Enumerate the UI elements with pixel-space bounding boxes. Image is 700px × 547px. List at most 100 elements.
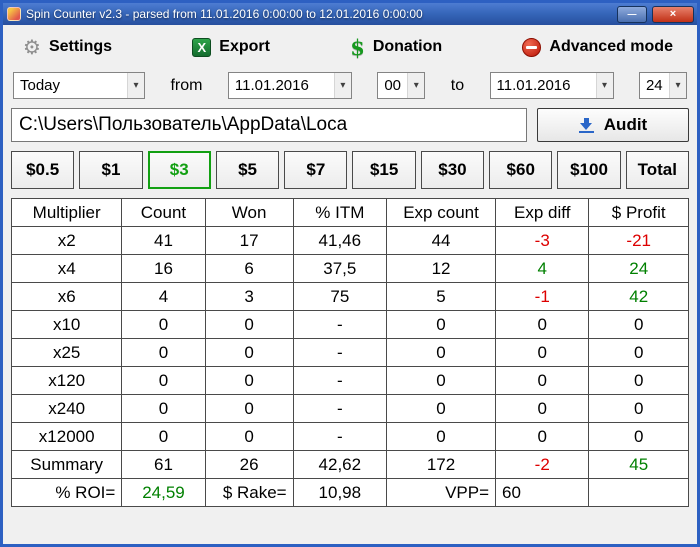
table-cell: -3 <box>495 226 590 255</box>
buyin-tab-0.5[interactable]: $0.5 <box>11 151 75 189</box>
toolbar: ⚙ Settings X Export $ Donation Advanced … <box>11 31 689 63</box>
table-cell: 0 <box>204 422 294 451</box>
buyin-tab-3[interactable]: $3 <box>147 151 211 189</box>
table-cell: 0 <box>386 310 497 339</box>
table-cell: 172 <box>386 450 497 479</box>
app-window: Spin Counter v2.3 - parsed from 11.01.20… <box>0 0 700 547</box>
column-header-won: Won <box>204 198 294 227</box>
stats-table-body: x2 41 17 41,46 44 -3 -21 x4 16 6 37,5 12 4 24 x6 4 3 75 5-… <box>10 226 689 507</box>
to-date-picker[interactable]: 11.01.2016 ▾ <box>489 72 614 99</box>
table-cell: x10 <box>10 310 123 339</box>
column-header-count: Count <box>121 198 206 227</box>
column-header-exp-count: Exp count <box>386 198 497 227</box>
to-date-value: 11.01.2016 <box>496 77 571 94</box>
table-row: x4 16 6 37,5 12 4 24 <box>10 254 689 283</box>
title-bar: Spin Counter v2.3 - parsed from 11.01.20… <box>3 3 697 25</box>
table-cell: x25 <box>10 338 123 367</box>
minimize-button[interactable]: — <box>617 5 647 23</box>
table-cell: 0 <box>204 366 294 395</box>
settings-button[interactable]: ⚙ Settings <box>23 37 112 57</box>
table-cell: 17 <box>204 226 294 255</box>
table-cell: 0 <box>204 394 294 423</box>
table-cell: 45 <box>588 450 689 479</box>
buyin-tab-30[interactable]: $30 <box>420 151 485 189</box>
export-label: Export <box>219 38 270 55</box>
table-cell: 44 <box>386 226 497 255</box>
from-hour-value: 00 <box>384 77 401 94</box>
table-cell: - <box>292 310 388 339</box>
table-header-row: Multiplier Count Won % ITM Exp count Exp… <box>10 198 689 227</box>
table-cell: 0 <box>588 394 689 423</box>
table-row: Summary 61 26 42,62 172 -2 45 <box>10 450 689 479</box>
footer-cell: 24,59 <box>121 478 206 507</box>
table-cell: 3 <box>204 282 294 311</box>
donation-button[interactable]: $ Donation <box>350 37 442 58</box>
advanced-mode-label: Advanced mode <box>549 38 673 55</box>
column-header-multiplier: Multiplier <box>10 198 123 227</box>
advanced-mode-button[interactable]: Advanced mode <box>522 37 673 57</box>
path-input[interactable] <box>11 108 527 142</box>
table-cell: 0 <box>588 422 689 451</box>
path-row: Audit <box>11 108 689 142</box>
footer-cell: $ Rake= <box>204 478 294 507</box>
buyin-tab-100[interactable]: $100 <box>557 151 621 189</box>
buyin-tab-15[interactable]: $15 <box>352 151 416 189</box>
table-cell: x240 <box>10 394 123 423</box>
app-icon <box>7 7 21 21</box>
minimize-icon: — <box>627 9 637 19</box>
table-row: x12000 0 0-0 0 0 <box>10 422 689 451</box>
table-cell: -1 <box>495 282 590 311</box>
table-cell: 16 <box>121 254 206 283</box>
from-date-value: 11.01.2016 <box>234 77 309 94</box>
window-content: ⚙ Settings X Export $ Donation Advanced … <box>3 25 697 544</box>
chevron-down-icon: ▾ <box>668 73 686 98</box>
period-value: Today <box>20 77 61 94</box>
to-label: to <box>450 76 465 94</box>
table-cell: 0 <box>121 366 206 395</box>
table-cell: 26 <box>204 450 294 479</box>
summary-footer-row: % ROI= 24,59 $ Rake= 10,98 VPP= 60 <box>10 478 689 507</box>
table-cell: 4 <box>121 282 206 311</box>
close-button[interactable]: × <box>652 5 694 23</box>
buyin-tab-60[interactable]: $60 <box>489 151 553 189</box>
table-cell: -21 <box>588 226 689 255</box>
column-header-exp-diff: Exp diff <box>495 198 590 227</box>
audit-button[interactable]: Audit <box>537 108 689 142</box>
table-row: x25 0 0-0 0 0 <box>10 338 689 367</box>
download-arrow-icon <box>578 117 594 133</box>
buyin-tab-5[interactable]: $5 <box>215 151 280 189</box>
from-hour-select[interactable]: 00 ▾ <box>377 72 426 99</box>
column-header-itm: % ITM <box>292 198 388 227</box>
to-hour-value: 24 <box>645 77 663 94</box>
table-cell: 0 <box>588 338 689 367</box>
table-cell: 0 <box>204 338 294 367</box>
footer-cell: % ROI= <box>10 478 123 507</box>
table-row: x120 0 0-0 0 0 <box>10 366 689 395</box>
table-cell: 0 <box>121 310 206 339</box>
buyin-tab-total[interactable]: Total <box>625 151 689 189</box>
footer-cell: 60 <box>495 478 590 507</box>
minus-circle-icon <box>522 37 542 57</box>
buyin-tab-7[interactable]: $7 <box>284 151 348 189</box>
from-date-picker[interactable]: 11.01.2016 ▾ <box>227 72 352 99</box>
table-cell: 0 <box>386 366 497 395</box>
table-cell: x12000 <box>10 422 123 451</box>
table-row: x10 0 0-0 0 0 <box>10 310 689 339</box>
table-cell: 61 <box>121 450 206 479</box>
table-cell: 41 <box>121 226 206 255</box>
table-cell: 0 <box>495 394 590 423</box>
period-select[interactable]: Today ▾ <box>13 72 145 99</box>
donation-label: Donation <box>372 38 443 55</box>
table-cell: 0 <box>495 422 590 451</box>
footer-cell: VPP= <box>386 478 497 507</box>
buyin-tab-1[interactable]: $1 <box>79 151 143 189</box>
stats-table: Multiplier Count Won % ITM Exp count Exp… <box>10 198 689 507</box>
table-cell: - <box>292 422 388 451</box>
table-cell: 0 <box>121 338 206 367</box>
table-cell: - <box>292 338 388 367</box>
table-cell: 42 <box>588 282 689 311</box>
export-button[interactable]: X Export <box>192 37 270 57</box>
table-cell: x4 <box>10 254 123 283</box>
to-hour-select[interactable]: 24 ▾ <box>638 72 687 99</box>
table-cell: x6 <box>10 282 123 311</box>
